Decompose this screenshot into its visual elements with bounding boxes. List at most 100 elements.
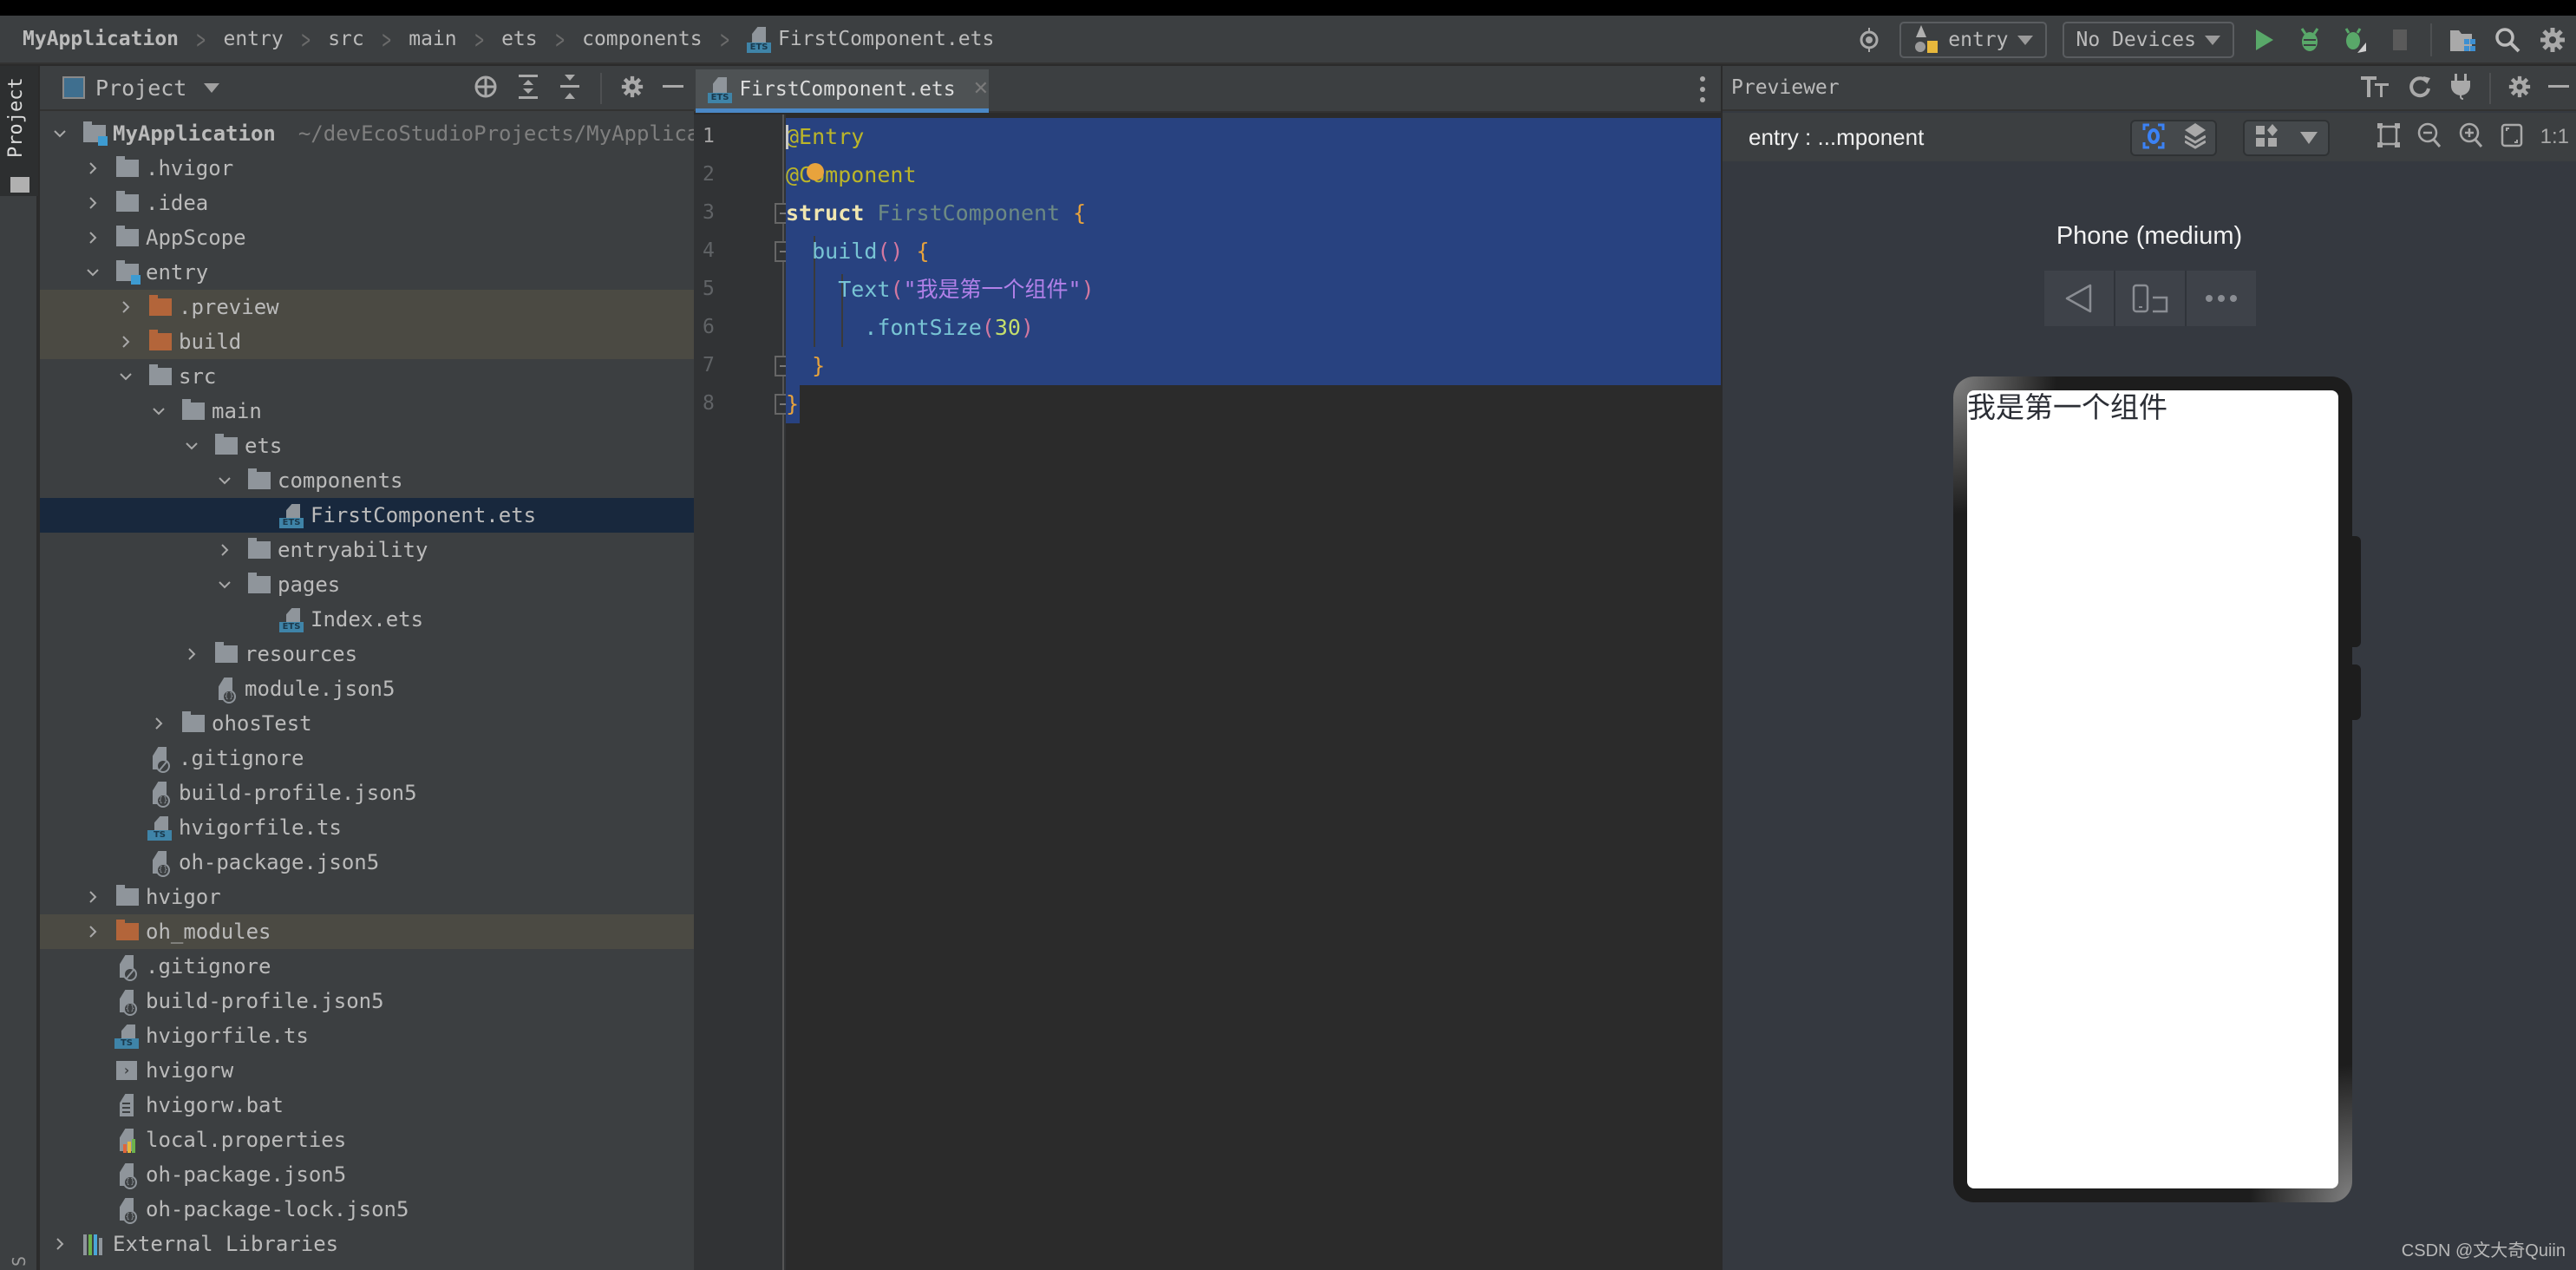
settings-icon[interactable] <box>621 75 644 101</box>
project-structure-icon[interactable] <box>2448 25 2477 55</box>
chevron-down-icon[interactable] <box>116 367 135 386</box>
breadcrumb-file[interactable]: ETS FirstComponent.ets <box>743 27 997 53</box>
rotate-button[interactable] <box>2115 271 2187 326</box>
tree-item[interactable]: MyApplication ~/devEcoStudioProjects/MyAp… <box>40 116 694 151</box>
chevron-right-icon[interactable] <box>83 193 102 213</box>
more-button[interactable] <box>2187 271 2256 326</box>
tree-item[interactable]: hvigor <box>40 880 694 914</box>
actual-size-icon[interactable] <box>2501 123 2523 151</box>
tree-item[interactable]: ohosTest <box>40 706 694 741</box>
tree-item[interactable]: local.properties <box>40 1123 694 1157</box>
tree-item[interactable]: hvigorw.bat <box>40 1088 694 1123</box>
zoom-ratio-label[interactable]: 1:1 <box>2540 125 2569 149</box>
back-button[interactable] <box>2044 271 2115 326</box>
tree-item[interactable]: .gitignore <box>40 949 694 984</box>
tree-item[interactable]: components <box>40 463 694 498</box>
chevron-down-icon[interactable] <box>204 82 220 93</box>
project-tool-tab[interactable]: Project <box>0 66 38 196</box>
breadcrumb-item[interactable]: MyApplication <box>19 28 182 50</box>
chevron-down-icon[interactable] <box>149 402 168 421</box>
tree-item[interactable]: External Libraries <box>40 1227 694 1261</box>
chevron-right-icon[interactable] <box>50 1234 69 1254</box>
tree-item[interactable]: ETS FirstComponent.ets <box>40 498 694 533</box>
code-area[interactable]: @Entry @Component struct FirstComponent { … <box>786 115 1721 1270</box>
multi-device-select[interactable] <box>2243 120 2330 156</box>
chevron-right-icon[interactable] <box>83 887 102 907</box>
editor-tab[interactable]: ETS FirstComponent.ets ✕ <box>696 69 989 113</box>
component-inspect-icon[interactable] <box>2142 123 2165 153</box>
tree-item[interactable]: build <box>40 324 694 359</box>
chevron-right-icon[interactable] <box>149 714 168 733</box>
breadcrumb-item[interactable]: components <box>579 28 705 50</box>
tree-item[interactable]: AppScope <box>40 220 694 255</box>
chevron-down-icon[interactable] <box>215 471 234 490</box>
search-icon[interactable] <box>2493 25 2522 55</box>
tree-item[interactable]: ets <box>40 429 694 463</box>
expand-all-icon[interactable] <box>517 75 539 102</box>
chevron-down-icon[interactable] <box>50 124 69 143</box>
chevron-right-icon[interactable] <box>83 228 102 247</box>
tree-item[interactable]: ETS Index.ets <box>40 602 694 637</box>
plugin-icon[interactable] <box>2449 74 2472 103</box>
chevron-right-icon[interactable] <box>83 159 102 178</box>
breadcrumb-item[interactable]: src <box>324 28 368 50</box>
fit-screen-icon[interactable] <box>2377 123 2400 151</box>
minimize-icon[interactable] <box>2548 76 2569 101</box>
structure-tool-tab[interactable]: S <box>9 1256 29 1267</box>
breadcrumb-item[interactable]: entry <box>219 28 286 50</box>
tree-item[interactable]: entryability <box>40 533 694 567</box>
font-size-icon[interactable] <box>2361 75 2390 102</box>
more-options-icon[interactable] <box>1700 76 1705 102</box>
chevron-right-icon[interactable] <box>215 540 234 560</box>
breadcrumb-item[interactable]: ets <box>498 28 541 50</box>
tree-item[interactable]: resources <box>40 637 694 671</box>
tree-item[interactable]: {} build-profile.json5 <box>40 984 694 1018</box>
chevron-down-icon[interactable] <box>83 263 102 282</box>
tree-item[interactable]: main <box>40 394 694 429</box>
tree-item[interactable]: {} build-profile.json5 <box>40 776 694 810</box>
refresh-icon[interactable] <box>2408 75 2432 102</box>
tree-item[interactable]: › hvigorw <box>40 1053 694 1088</box>
phone-screen[interactable]: 我是第一个组件 <box>1967 390 2338 1188</box>
tree-item[interactable]: TS hvigorfile.ts <box>40 810 694 845</box>
tree-item[interactable]: src <box>40 359 694 394</box>
project-view-select[interactable]: Project <box>95 75 186 101</box>
attach-debugger-icon[interactable] <box>2340 25 2370 55</box>
zoom-in-icon[interactable] <box>2459 122 2483 152</box>
tree-item[interactable]: {} oh-package.json5 <box>40 845 694 880</box>
tree-item[interactable]: {} oh-package-lock.json5 <box>40 1192 694 1227</box>
tree-item[interactable]: {} module.json5 <box>40 671 694 706</box>
tree-item[interactable]: entry <box>40 255 694 290</box>
chevron-right-icon[interactable] <box>116 332 135 351</box>
chevron-right-icon[interactable] <box>182 645 201 664</box>
module-select[interactable]: entry <box>1899 22 2047 58</box>
close-icon[interactable]: ✕ <box>973 78 989 100</box>
tree-item[interactable]: .hvigor <box>40 151 694 186</box>
minimize-icon[interactable] <box>663 76 683 101</box>
layers-icon[interactable] <box>2183 123 2207 153</box>
tree-item[interactable]: {} oh-package.json5 <box>40 1157 694 1192</box>
run-icon[interactable] <box>2250 25 2279 55</box>
settings-icon[interactable] <box>2538 25 2567 55</box>
chevron-down-icon[interactable] <box>215 575 234 594</box>
debug-icon[interactable] <box>2295 25 2324 55</box>
breadcrumb-item[interactable]: main <box>405 28 460 50</box>
chevron-down-icon[interactable] <box>182 436 201 455</box>
locate-icon[interactable] <box>474 75 498 102</box>
tree-item[interactable]: oh_modules <box>40 914 694 949</box>
locate-icon[interactable] <box>1854 25 1884 55</box>
collapse-all-icon[interactable] <box>559 75 581 102</box>
zoom-out-icon[interactable] <box>2417 122 2442 152</box>
tree-item[interactable]: .preview <box>40 290 694 324</box>
device-select[interactable]: No Devices <box>2062 22 2234 58</box>
settings-icon[interactable] <box>2508 75 2531 101</box>
stop-icon[interactable] <box>2385 25 2415 55</box>
chevron-right-icon[interactable] <box>116 298 135 317</box>
tree-item[interactable]: .idea <box>40 186 694 220</box>
tree-item[interactable]: TS hvigorfile.ts <box>40 1018 694 1053</box>
intention-bulb-icon[interactable] <box>807 163 824 180</box>
chevron-right-icon[interactable] <box>83 922 102 941</box>
tree-item[interactable]: pages <box>40 567 694 602</box>
tree-item[interactable]: .gitignore <box>40 741 694 776</box>
